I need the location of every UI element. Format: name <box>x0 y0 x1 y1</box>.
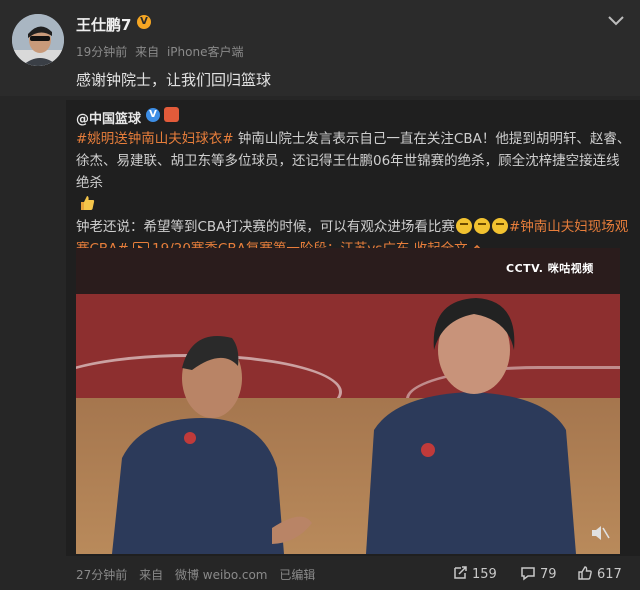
gift-badge-icon <box>164 107 179 122</box>
emoji-face-icon <box>473 218 490 234</box>
comment-button[interactable]: 79 <box>520 565 557 582</box>
hashtag-yao-ming[interactable]: #姚明送钟南山夫妇球衣# <box>76 131 234 147</box>
emoji-face-icon <box>455 218 472 234</box>
weibo-post: 王仕鹏7 V 19分钟前 来自 iPhone客户端 感谢钟院士，让我们回归篮球 … <box>0 0 640 590</box>
repost-source-prefix: 来自 <box>139 568 164 582</box>
post-source-prefix: 来自 <box>135 45 160 59</box>
blue-verified-icon: V <box>146 108 160 122</box>
repost-meta: 27分钟前 来自 微博 weibo.com 已编辑 <box>76 566 323 583</box>
like-count: 617 <box>597 567 622 582</box>
thumbs-up-icon <box>81 196 95 210</box>
woman-figure <box>366 298 576 554</box>
repost-body: #姚明送钟南山夫妇球衣# 钟南山院士发言表示自己一直在关注CBA！他提到胡明轩、… <box>76 128 632 260</box>
emoji-face-icon <box>491 218 508 234</box>
post-text: 感谢钟院士，让我们回归篮球 <box>76 71 272 89</box>
repost-button[interactable]: 159 <box>452 565 497 582</box>
thumbs-up-icon <box>578 566 592 580</box>
cctv-migu-logo: CCTV. 咪咕视频 <box>506 262 594 275</box>
share-icon <box>454 566 467 579</box>
repost-text-2: 钟老还说：希望等到CBA打决赛的时候，可以有观众进场看比赛 <box>76 219 455 235</box>
mute-icon[interactable] <box>590 524 610 542</box>
repost-author[interactable]: @中国篮球 <box>76 108 141 127</box>
post-footer: 27分钟前 来自 微博 weibo.com 已编辑 159 79 617 <box>0 558 640 590</box>
repost-source: 微博 weibo.com <box>174 568 268 582</box>
chevron-down-icon[interactable] <box>608 16 624 26</box>
like-button[interactable]: 617 <box>577 565 622 582</box>
post-source: iPhone客户端 <box>166 45 244 59</box>
post-meta: 19分钟前 来自 iPhone客户端 <box>76 43 247 60</box>
video-player[interactable]: CCTV. 咪咕视频 <box>76 248 620 554</box>
man-figure <box>112 336 312 554</box>
repost-count: 159 <box>472 567 497 582</box>
avatar[interactable] <box>12 14 64 66</box>
post-header: 王仕鹏7 V 19分钟前 来自 iPhone客户端 感谢钟院士，让我们回归篮球 <box>0 0 640 96</box>
edited-label[interactable]: 已编辑 <box>279 568 315 582</box>
verified-badge-icon: V <box>137 15 151 29</box>
post-time[interactable]: 19分钟前 <box>76 45 127 59</box>
comment-icon <box>521 567 535 581</box>
repost-card: @中国篮球 V #姚明送钟南山夫妇球衣# 钟南山院士发言表示自己一直在关注CBA… <box>66 100 640 556</box>
comment-count: 79 <box>540 567 557 582</box>
post-author[interactable]: 王仕鹏7 <box>76 14 131 35</box>
repost-time[interactable]: 27分钟前 <box>76 568 127 582</box>
